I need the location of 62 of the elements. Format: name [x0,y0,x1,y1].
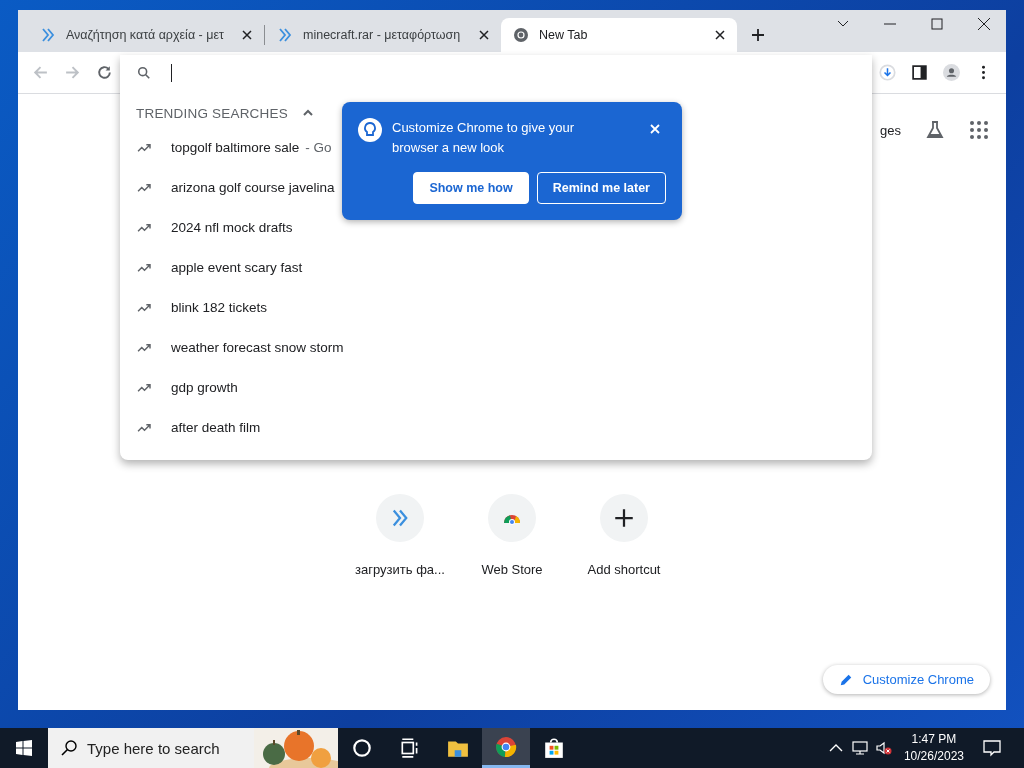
trending-icon [137,181,152,193]
maximize-icon[interactable] [931,18,943,30]
browser-tab[interactable]: New Tab [501,18,737,52]
suggestion-item[interactable]: topgolf baltimore sale - Go [120,127,332,167]
pencil-icon [838,672,853,687]
suggestion-item[interactable]: apple event scary fast [120,247,303,287]
images-link[interactable]: ges [880,122,901,138]
shortcut-tile[interactable]: Web Store [464,494,560,577]
network-icon[interactable] [851,740,868,756]
plus-icon [614,508,634,528]
download-icon[interactable] [879,64,896,81]
close-icon[interactable] [978,18,990,30]
search-icon [137,66,151,80]
shortcut-tile[interactable]: загрузить фа... [352,494,448,577]
profile-icon[interactable] [943,64,960,81]
search-icon [61,740,77,756]
section-title: TRENDING SEARCHES [136,105,288,121]
side-panel-icon[interactable] [911,64,928,81]
trending-icon [137,421,152,433]
circle-icon [351,737,373,759]
windows-start-icon[interactable] [16,740,32,756]
promo-title: Customize Chrome to give your browser a new look [392,119,576,157]
suggestion-item[interactable]: after death film [120,407,261,447]
trending-icon [137,141,152,153]
tab-title: Αναζήτηση κατά αρχεία - μετ [66,28,225,42]
close-icon[interactable] [479,30,489,40]
clock[interactable]: 1:47 PM 10/26/2023 [903,731,964,765]
search-box[interactable]: Type here to search [48,728,338,768]
close-icon[interactable] [715,30,725,40]
tab-title: minecraft.rar - μεταφόρτωση [303,28,462,42]
apps-icon[interactable] [969,120,989,140]
customize-chrome-button[interactable]: Customize Chrome [822,665,990,694]
trending-icon [137,221,152,233]
trending-icon [137,381,152,393]
trending-icon [137,301,152,313]
muted-speaker-icon[interactable] [875,740,892,756]
taskbar-search-field[interactable]: Type here to search [87,739,237,757]
notification-icon[interactable] [982,738,1002,758]
suggestion-item[interactable]: blink 182 tickets [120,287,268,327]
chevrons-icon [40,27,56,43]
close-icon[interactable] [242,30,252,40]
new-tab-icon[interactable] [751,28,765,42]
trending-icon [137,261,152,273]
chevrons-icon [390,508,410,528]
remind-later-button[interactable]: Remind me later [536,172,666,204]
store-bag-icon [543,737,565,759]
tab-title: New Tab [539,28,589,42]
chrome-icon [495,735,517,758]
browser-tab[interactable]: Αναζήτηση κατά αρχεία - μετ [28,25,265,45]
suggestion-item[interactable]: gdp growth [120,367,238,407]
suggestion-item[interactable]: arizona golf course javelina [120,167,335,207]
shortcut-tile[interactable]: Add shortcut [576,494,672,577]
trending-icon [137,341,152,353]
show-me-how-button[interactable]: Show me how [413,172,529,204]
browser-tab[interactable]: minecraft.rar - μεταφόρτωση [265,18,501,52]
reload-icon[interactable] [96,64,113,81]
chrome-icon [513,27,529,43]
suggestion-item[interactable]: weather forecast snow storm [120,327,344,367]
lightbulb-icon [358,118,382,142]
flask-icon[interactable] [925,120,945,140]
suggestion-item[interactable]: 2024 nfl mock drafts [120,207,293,247]
chevrons-icon [277,27,293,43]
